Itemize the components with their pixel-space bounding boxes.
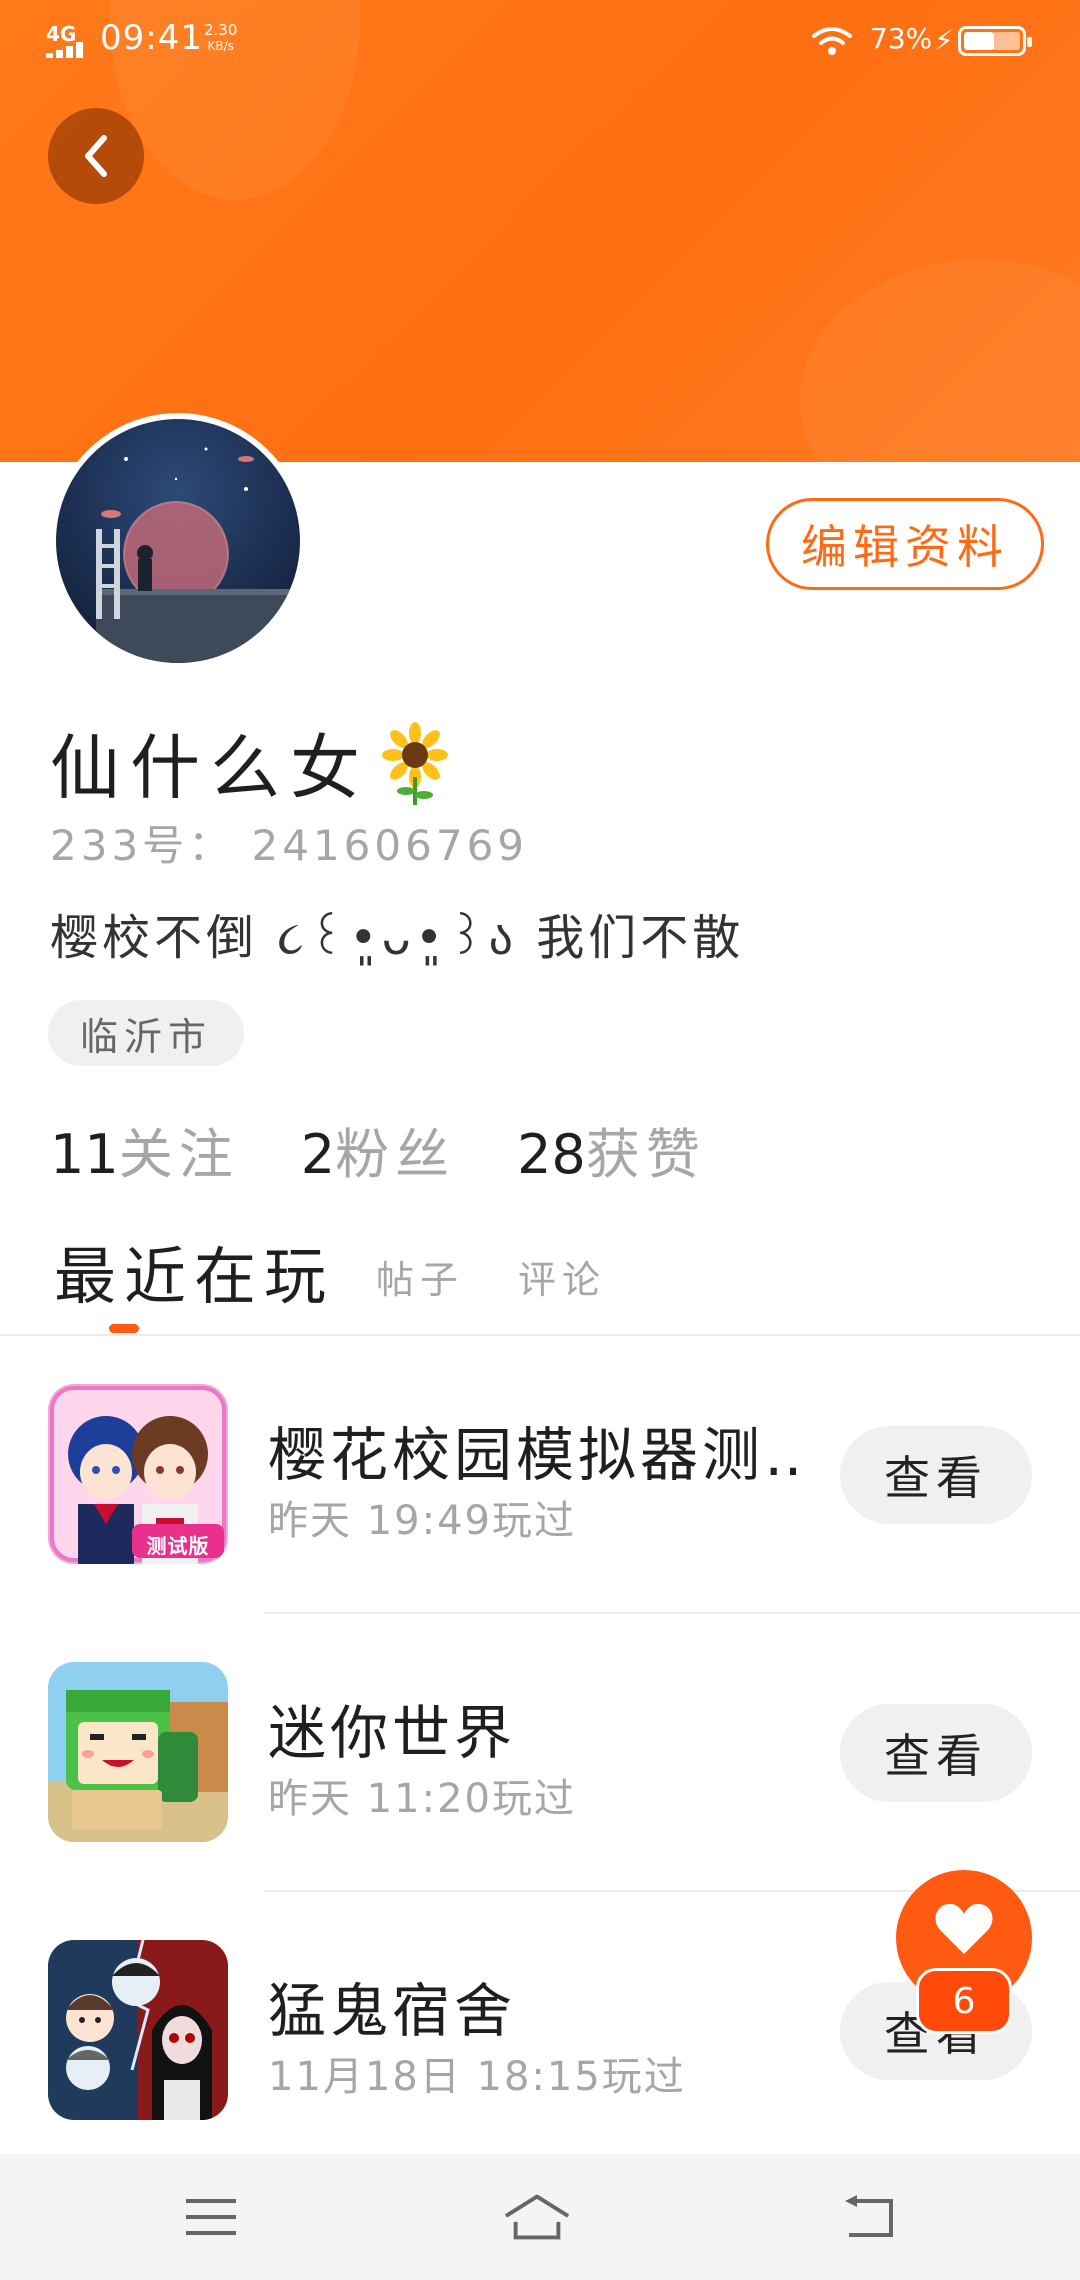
avatar[interactable]	[50, 413, 306, 669]
nickname: 仙什么女	[50, 712, 452, 813]
status-bar: 4G 09:41 2.30 KB/s 73% ⚡	[0, 0, 1080, 80]
profile-tabs: 最近在玩 帖子 评论	[54, 1224, 1054, 1334]
game-last-played: 昨天 19:49玩过	[268, 1498, 576, 1544]
user-bio: 樱校不倒 ૮꒰•͈ᴗ•͈꒱ა 我们不散	[50, 910, 745, 966]
following-label: 关注	[118, 1123, 239, 1186]
sunflower-icon	[378, 721, 452, 805]
network-speed-value: 2.30	[204, 21, 238, 39]
banner-decoration	[800, 260, 1080, 462]
tab-comments[interactable]: 评论	[518, 1249, 606, 1304]
profile-stats: 11关注 2粉丝 28获赞	[50, 1110, 706, 1189]
charging-icon: ⚡	[934, 24, 954, 57]
game-title: 猛鬼宿舍	[268, 1977, 517, 2045]
list-item[interactable]: 迷你世界 昨天 11:20玩过 查看	[0, 1614, 1080, 1892]
tab-recent-played[interactable]: 最近在玩	[54, 1226, 334, 1316]
network-speed: 2.30 KB/s	[204, 22, 237, 54]
game-title: 樱花校园模拟器测…	[268, 1421, 808, 1489]
home-button[interactable]	[502, 2184, 572, 2250]
nickname-text: 仙什么女	[50, 727, 370, 809]
back-button[interactable]	[48, 108, 144, 204]
back-nav-button[interactable]	[834, 2184, 904, 2250]
battery-icon	[958, 26, 1032, 56]
heart-icon	[935, 1903, 993, 1954]
menu-icon	[186, 2199, 236, 2235]
status-time: 09:41	[100, 18, 203, 58]
list-item[interactable]: 测试版 樱花校园模拟器测… 昨天 19:49玩过 查看	[0, 1336, 1080, 1614]
likes-badge-count: 6	[916, 1968, 1012, 2034]
followers-stat[interactable]: 2粉丝	[301, 1110, 455, 1189]
view-button[interactable]: 查看	[840, 1704, 1032, 1802]
game-last-played: 11月18日 18:15玩过	[268, 2054, 686, 2100]
following-count: 11	[50, 1123, 119, 1186]
game-icon-ghost-dorm	[48, 1940, 228, 2120]
following-stat[interactable]: 11关注	[50, 1110, 239, 1189]
user-id: 233号： 241606769	[50, 821, 529, 870]
system-nav-bar	[0, 2154, 1080, 2280]
menu-button[interactable]	[176, 2184, 246, 2250]
active-tab-indicator	[109, 1324, 139, 1333]
game-title: 迷你世界	[268, 1699, 517, 1767]
game-last-played: 昨天 11:20玩过	[268, 1776, 576, 1822]
followers-count: 2	[300, 1123, 336, 1186]
followers-label: 粉丝	[335, 1123, 456, 1186]
likes-label: 获赞	[585, 1123, 706, 1186]
chevron-left-icon	[85, 135, 107, 177]
network-speed-unit: KB/s	[207, 39, 234, 53]
wifi-icon	[812, 27, 852, 55]
game-icon-sakura: 测试版	[48, 1384, 228, 1564]
game-icon-mini-world	[48, 1662, 228, 1842]
likes-count: 28	[517, 1123, 586, 1186]
avatar-image	[56, 419, 300, 663]
battery-percent: 73%	[870, 22, 933, 55]
tab-posts[interactable]: 帖子	[376, 1249, 464, 1304]
likes-stat[interactable]: 28获赞	[517, 1110, 706, 1189]
home-icon	[504, 2194, 570, 2240]
edit-profile-button[interactable]: 编辑资料	[766, 498, 1044, 590]
profile-screen: 4G 09:41 2.30 KB/s 73% ⚡ 编辑资料 仙什么女 233号：…	[0, 0, 1080, 2280]
location-tag: 临沂市	[48, 1000, 245, 1066]
signal-icon	[46, 42, 90, 58]
view-button[interactable]: 查看	[840, 1426, 1032, 1524]
back-arrow-icon	[845, 2195, 893, 2237]
game-icon-badge: 测试版	[146, 1534, 210, 1558]
